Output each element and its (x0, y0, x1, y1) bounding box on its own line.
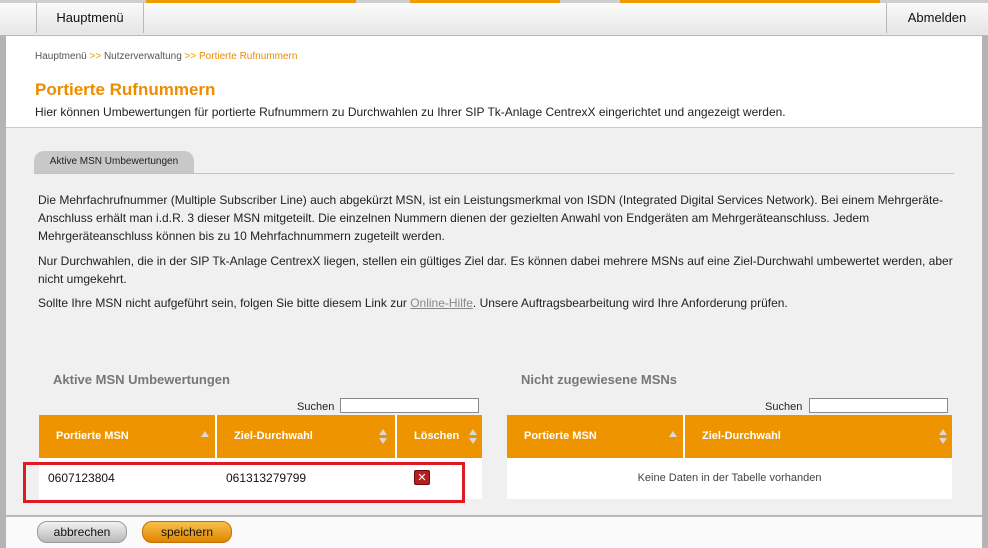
info-paragraph-help: Sollte Ihre MSN nicht aufgeführt sein, f… (38, 294, 958, 312)
breadcrumb-separator: >> (184, 51, 197, 62)
info-paragraph-msn: Die Mehrfachrufnummer (Multiple Subscrib… (38, 193, 944, 243)
page-header: Hauptmenü >> Nutzerverwaltung >> Portier… (6, 36, 982, 128)
sort-asc-icon (201, 431, 209, 437)
cancel-button[interactable]: abbrechen (37, 521, 127, 543)
help-text-before: Sollte Ihre MSN nicht aufgeführt sein, f… (38, 296, 411, 310)
online-help-link[interactable]: Online-Hilfe (410, 296, 473, 310)
tab-active-msn[interactable]: Aktive MSN Umbewertungen (34, 151, 194, 173)
breadcrumb-separator: >> (89, 51, 102, 62)
top-accent-strip (0, 0, 988, 3)
unassigned-search-label: Suchen (765, 401, 803, 413)
nav-main-menu-button[interactable]: Hauptmenü (36, 3, 144, 33)
top-nav-bar: Hauptmenü Abmelden (0, 0, 988, 36)
column-header-ziel-durchwahl[interactable]: Ziel-Durchwahl (685, 415, 952, 458)
breadcrumb: Hauptmenü >> Nutzerverwaltung >> Portier… (35, 51, 297, 62)
active-search-input[interactable] (340, 398, 479, 413)
empty-table-message: Keine Daten in der Tabelle vorhanden (637, 472, 822, 484)
column-label: Ziel-Durchwahl (702, 430, 781, 442)
footer-bar: abbrechen speichern (6, 516, 982, 548)
tab-divider (34, 173, 954, 174)
nav-logout-button[interactable]: Abmelden (886, 3, 987, 33)
sort-icon (939, 429, 947, 445)
sort-icon (469, 429, 477, 445)
content-panel: Aktive MSN Umbewertungen Die Mehrfachruf… (6, 128, 982, 515)
unassigned-search-input[interactable] (809, 398, 948, 413)
column-label: Ziel-Durchwahl (234, 430, 313, 442)
column-label: Portierte MSN (524, 430, 597, 442)
help-text-after: . Unsere Auftragsbearbeitung wird Ihre A… (472, 296, 788, 310)
column-label: Portierte MSN (56, 430, 129, 442)
info-paragraph-extensions: Nur Durchwahlen, die in der SIP Tk-Anlag… (38, 254, 953, 286)
column-label: Löschen (414, 430, 460, 442)
column-header-portierte-msn[interactable]: Portierte MSN (39, 415, 215, 458)
page-description: Hier können Umbewertungen für portierte … (35, 105, 786, 119)
sort-icon (379, 429, 387, 445)
breadcrumb-item-main-menu[interactable]: Hauptmenü (35, 51, 87, 62)
column-header-portierte-msn[interactable]: Portierte MSN (507, 415, 683, 458)
breadcrumb-item-current: Portierte Rufnummern (199, 51, 298, 62)
empty-table-row: Keine Daten in der Tabelle vorhanden (507, 458, 952, 499)
active-msn-table-title: Aktive MSN Umbewertungen (53, 372, 230, 387)
column-header-ziel-durchwahl[interactable]: Ziel-Durchwahl (217, 415, 395, 458)
unassigned-table-header: Portierte MSN Ziel-Durchwahl (507, 415, 952, 458)
sort-asc-icon (669, 431, 677, 437)
column-header-loeschen[interactable]: Löschen (397, 415, 482, 458)
active-table-header: Portierte MSN Ziel-Durchwahl Löschen (39, 415, 482, 458)
save-button[interactable]: speichern (142, 521, 232, 543)
unassigned-msn-table-title: Nicht zugewiesene MSNs (521, 372, 678, 387)
page-title: Portierte Rufnummern (35, 80, 216, 99)
active-search-label: Suchen (297, 401, 335, 413)
row-highlight-box (23, 462, 465, 503)
breadcrumb-item-user-management[interactable]: Nutzerverwaltung (104, 51, 182, 62)
